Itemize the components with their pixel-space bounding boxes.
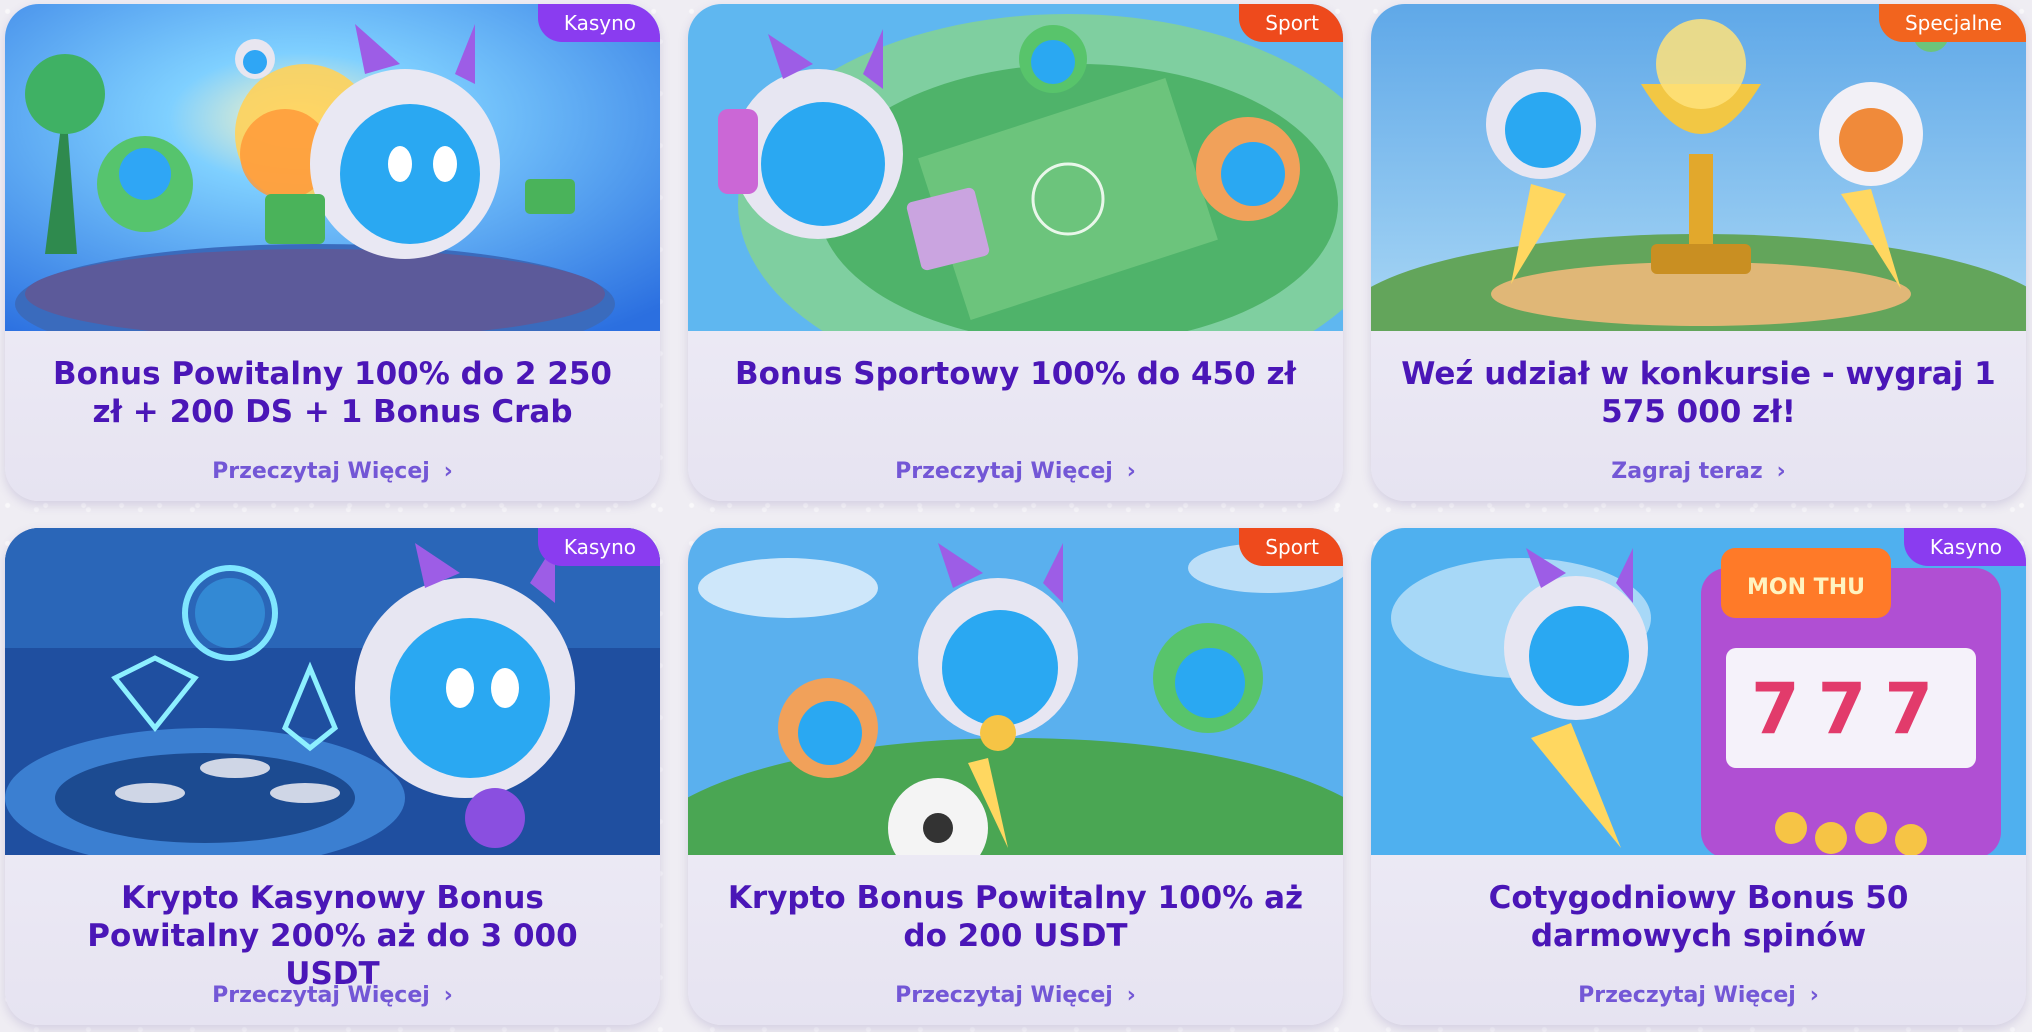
link-label: Przeczytaj Więcej [895, 459, 1113, 484]
category-badge: Kasyno [537, 528, 660, 566]
chevron-right-icon: › [1776, 459, 1786, 484]
promo-title: Cotygodniowy Bonus 50 darmowych spinów [1488, 880, 1909, 954]
promo-title: Weź udział w konkursie - wygraj 1 575 00… [1401, 356, 1996, 430]
promo-card-contest[interactable]: Specjalne Weź udział w konkursie - wygra… [1371, 4, 2026, 501]
link-label: Zagraj teraz [1611, 459, 1763, 484]
read-more-link[interactable]: Przeczytaj Więcej › [688, 459, 1343, 484]
read-more-link[interactable]: Przeczytaj Więcej › [5, 983, 660, 1008]
promo-illustration-crypto-casino [5, 528, 660, 855]
promo-title: Bonus Sportowy 100% do 450 zł [734, 356, 1297, 392]
promo-illustration-contest [1371, 4, 2026, 331]
promo-illustration-sport [688, 4, 1343, 331]
category-badge: Sport [1239, 4, 1343, 42]
chevron-right-icon: › [1126, 459, 1136, 484]
read-more-link[interactable]: Przeczytaj Więcej › [688, 983, 1343, 1008]
promo-card-sport-bonus[interactable]: Sport Bonus Sportowy 100% do 450 zł Prze… [688, 4, 1343, 501]
category-badge: Sport [1239, 528, 1343, 566]
chevron-right-icon: › [443, 459, 453, 484]
promotions-grid: Kasyno Bonus Powitalny 100% do 2 250 zł … [5, 4, 2026, 1025]
slot-reels-text: 777 [1751, 668, 1951, 750]
chevron-right-icon: › [443, 983, 453, 1008]
promo-illustration-welcome [5, 4, 660, 331]
link-label: Przeczytaj Więcej [1578, 983, 1796, 1008]
link-label: Przeczytaj Więcej [212, 459, 430, 484]
promo-card-weekly-spins[interactable]: MON THU 777 Kasyno Cotygodniowy Bonus 50… [1371, 528, 2026, 1025]
chevron-right-icon: › [1126, 983, 1136, 1008]
link-label: Przeczytaj Więcej [212, 983, 430, 1008]
promo-title: Bonus Powitalny 100% do 2 250 zł + 200 D… [53, 356, 612, 430]
promo-card-crypto-casino[interactable]: Kasyno Krypto Kasynowy Bonus Powitalny 2… [5, 528, 660, 1025]
read-more-link[interactable]: Przeczytaj Więcej › [5, 459, 660, 484]
play-now-link[interactable]: Zagraj teraz › [1371, 459, 2026, 484]
promo-title: Krypto Kasynowy Bonus Powitalny 200% aż … [87, 880, 578, 992]
chevron-right-icon: › [1809, 983, 1819, 1008]
slot-sign-text: MON THU [1747, 575, 1865, 600]
promo-card-crypto-sport[interactable]: Sport Krypto Bonus Powitalny 100% aż do … [688, 528, 1343, 1025]
promo-illustration-weekly-spins: MON THU 777 [1371, 528, 2026, 855]
link-label: Przeczytaj Więcej [895, 983, 1113, 1008]
category-badge: Kasyno [1903, 528, 2026, 566]
promo-card-welcome-bonus[interactable]: Kasyno Bonus Powitalny 100% do 2 250 zł … [5, 4, 660, 501]
category-badge: Kasyno [537, 4, 660, 42]
read-more-link[interactable]: Przeczytaj Więcej › [1371, 983, 2026, 1008]
promo-illustration-crypto-sport [688, 528, 1343, 855]
category-badge: Specjalne [1878, 4, 2026, 42]
promo-title: Krypto Bonus Powitalny 100% aż do 200 US… [727, 880, 1304, 954]
